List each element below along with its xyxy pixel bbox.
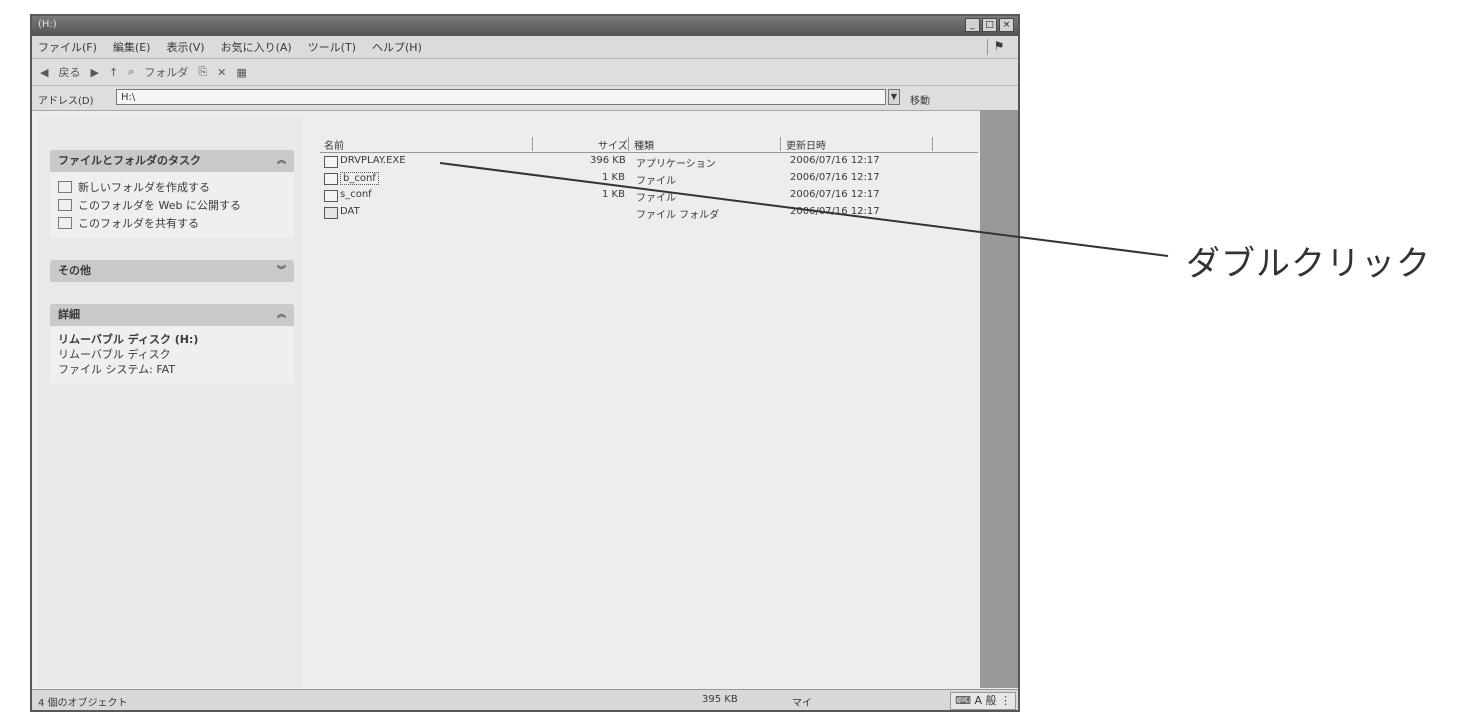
column-modified[interactable]: 更新日時 <box>786 137 826 152</box>
back-button-label[interactable]: 戻る <box>58 64 80 80</box>
file-tasks-header[interactable]: ファイルとフォルダのタスク ︽ <box>50 150 294 172</box>
status-location: マイ <box>792 698 812 709</box>
forward-icon[interactable]: ▶ <box>90 66 98 79</box>
delete-icon[interactable]: ✕ <box>217 66 226 79</box>
menu-tools[interactable]: ツール(T) <box>308 39 356 55</box>
menu-favorites[interactable]: お気に入り(A) <box>221 39 292 55</box>
globe-icon <box>58 199 72 211</box>
file-icon <box>324 173 338 185</box>
file-tasks-title: ファイルとフォルダのタスク <box>58 154 201 167</box>
file-tasks-panel: ファイルとフォルダのタスク ︽ 新しいフォルダを作成する このフォルダを Web… <box>50 150 294 238</box>
file-size: 1 KB <box>602 189 625 200</box>
file-name: DAT <box>340 206 360 217</box>
new-folder-icon <box>58 181 72 193</box>
column-separator[interactable] <box>628 137 629 151</box>
other-places-title: その他 <box>58 264 91 277</box>
file-modified: 2006/07/16 12:17 <box>790 206 880 217</box>
collapse-icon[interactable]: ︽ <box>277 150 286 172</box>
details-header[interactable]: 詳細 ︽ <box>50 304 294 326</box>
task-share-folder[interactable]: このフォルダを共有する <box>58 214 286 232</box>
file-icon <box>324 190 338 202</box>
file-type: ファイル <box>636 176 676 187</box>
file-name: b_conf <box>340 172 379 185</box>
details-file-system: ファイル システム: FAT <box>58 363 176 376</box>
file-type: ファイル <box>636 193 676 204</box>
details-drive-type: リムーバブル ディスク <box>58 348 171 361</box>
file-modified: 2006/07/16 12:17 <box>790 189 880 200</box>
details-title: 詳細 <box>58 308 80 321</box>
menu-file[interactable]: ファイル(F) <box>38 39 97 55</box>
task-label: このフォルダを共有する <box>78 217 199 230</box>
expand-icon[interactable]: ︾ <box>277 260 286 282</box>
status-bar: 4 個のオブジェクト 395 KB マイ ⌨ A 般 ⋮ <box>32 689 1018 710</box>
explorer-window: (H:) _ □ × ファイル(F) 編集(E) 表示(V) お気に入り(A) … <box>30 14 1020 712</box>
column-type[interactable]: 種類 <box>634 137 654 152</box>
back-icon[interactable]: ◀ <box>40 66 48 79</box>
file-modified: 2006/07/16 12:17 <box>790 172 880 183</box>
address-label: アドレス(D) <box>38 96 94 107</box>
go-button[interactable]: 移動 <box>910 92 930 107</box>
list-item[interactable]: DAT ファイル フォルダ 2006/07/16 12:17 <box>320 204 978 221</box>
minimize-button[interactable]: _ <box>965 18 980 32</box>
address-dropdown-icon[interactable]: ▼ <box>888 89 900 105</box>
file-size: 1 KB <box>602 172 625 183</box>
file-name: s_conf <box>340 189 372 200</box>
task-publish-web[interactable]: このフォルダを Web に公開する <box>58 196 286 214</box>
file-type: アプリケーション <box>636 159 716 170</box>
move-icon[interactable]: ⎘ <box>198 65 207 79</box>
up-icon[interactable]: ↑ <box>109 66 118 79</box>
task-new-folder[interactable]: 新しいフォルダを作成する <box>58 178 286 196</box>
address-input[interactable]: H:\ <box>116 89 886 105</box>
file-name: DRVPLAY.EXE <box>340 155 406 166</box>
column-separator[interactable] <box>532 137 533 151</box>
search-icon[interactable]: ⌕ <box>128 65 134 79</box>
vertical-scrollbar[interactable] <box>980 110 1018 688</box>
column-separator[interactable] <box>780 137 781 151</box>
folder-icon <box>324 207 338 219</box>
close-button[interactable]: × <box>999 18 1014 32</box>
address-bar: アドレス(D) H:\ ▼ 移動 <box>32 86 1018 111</box>
details-panel: 詳細 ︽ リムーバブル ディスク (H:) リムーバブル ディスク ファイル シ… <box>50 304 294 383</box>
other-places-panel: その他 ︾ <box>50 260 294 282</box>
application-icon <box>324 156 338 168</box>
list-item[interactable]: b_conf 1 KB ファイル 2006/07/16 12:17 <box>320 170 978 187</box>
menu-bar: ファイル(F) 編集(E) 表示(V) お気に入り(A) ツール(T) ヘルプ(… <box>32 36 1018 59</box>
ime-toolbar-icon[interactable]: ⌨ A 般 ⋮ <box>950 692 1016 710</box>
column-separator[interactable] <box>932 137 933 151</box>
column-name[interactable]: 名前 <box>324 137 344 152</box>
task-pane: ファイルとフォルダのタスク ︽ 新しいフォルダを作成する このフォルダを Web… <box>38 116 302 688</box>
details-drive-name: リムーバブル ディスク (H:) <box>58 333 199 346</box>
window-title: (H:) <box>38 19 57 30</box>
status-size: 395 KB <box>702 694 738 705</box>
list-item[interactable]: s_conf 1 KB ファイル 2006/07/16 12:17 <box>320 187 978 204</box>
file-modified: 2006/07/16 12:17 <box>790 155 880 166</box>
windows-logo-icon: ⚑ <box>987 39 1010 55</box>
list-item[interactable]: DRVPLAY.EXE 396 KB アプリケーション 2006/07/16 1… <box>320 153 978 170</box>
double-click-annotation: ダブルクリック <box>1186 244 1431 284</box>
other-places-header[interactable]: その他 ︾ <box>50 260 294 282</box>
collapse-icon[interactable]: ︽ <box>277 304 286 326</box>
task-label: このフォルダを Web に公開する <box>78 199 241 212</box>
status-object-count: 4 個のオブジェクト <box>38 698 128 709</box>
menu-edit[interactable]: 編集(E) <box>113 39 151 55</box>
title-bar[interactable]: (H:) _ □ × <box>32 16 1018 36</box>
file-size: 396 KB <box>590 155 626 166</box>
maximize-button[interactable]: □ <box>982 18 997 32</box>
file-list: 名前 サイズ 種類 更新日時 DRVPLAY.EXE 396 KB アプリケーシ… <box>320 136 978 221</box>
toolbar: ◀ 戻る ▶ ↑ ⌕ フォルダ ⎘ ✕ ▦ <box>32 59 1018 86</box>
share-icon <box>58 217 72 229</box>
list-header: 名前 サイズ 種類 更新日時 <box>320 136 978 153</box>
menu-help[interactable]: ヘルプ(H) <box>372 39 422 55</box>
folders-button[interactable]: フォルダ <box>144 64 188 80</box>
views-icon[interactable]: ▦ <box>236 66 246 79</box>
file-type: ファイル フォルダ <box>636 210 720 221</box>
task-label: 新しいフォルダを作成する <box>78 181 210 194</box>
column-size[interactable]: サイズ <box>598 137 628 152</box>
menu-view[interactable]: 表示(V) <box>166 39 204 55</box>
